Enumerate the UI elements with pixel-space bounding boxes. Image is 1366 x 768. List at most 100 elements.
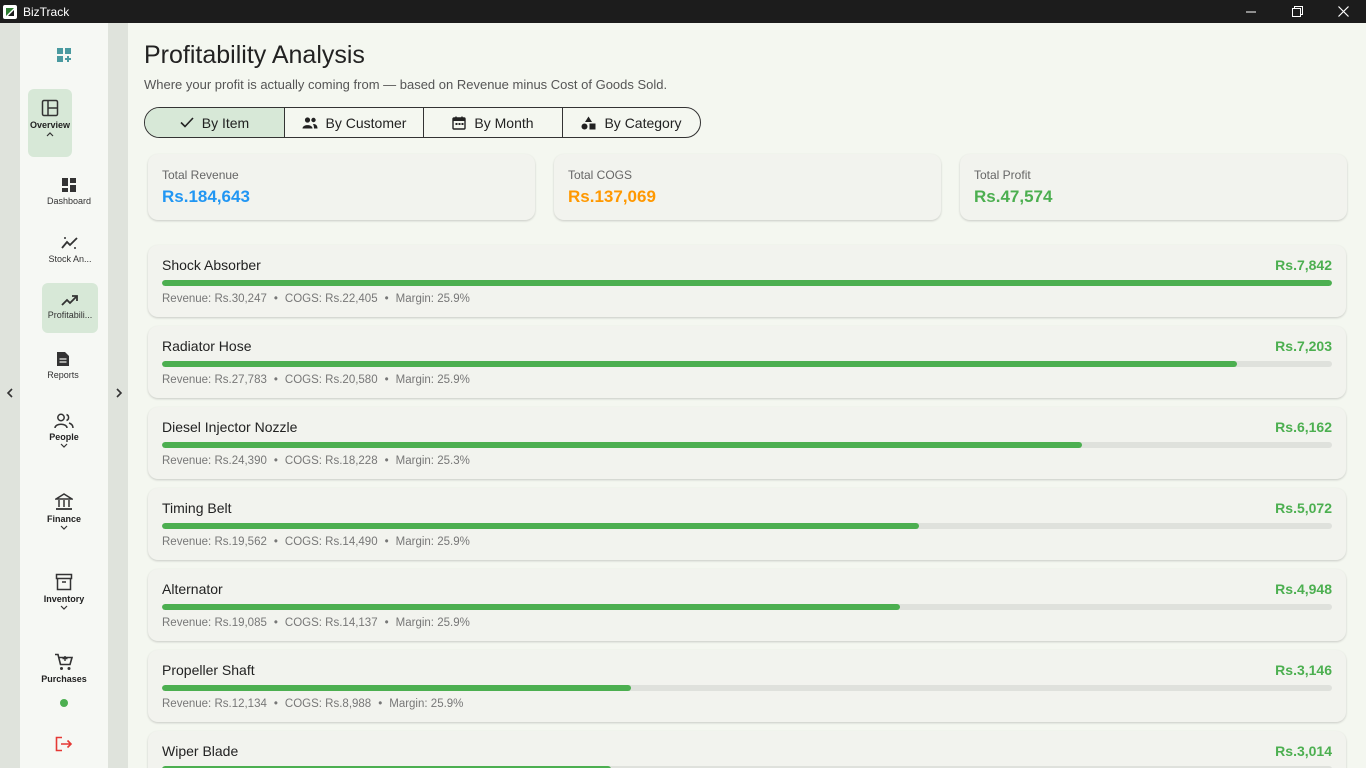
chevron-right-icon[interactable]: [113, 387, 125, 399]
item-name: Propeller Shaft: [162, 662, 255, 678]
sidebar-item-label: Finance: [46, 514, 81, 524]
profit-bar-fill: [162, 280, 1332, 286]
item-profit-card[interactable]: Diesel Injector Nozzle Rs.6,162 Revenue: R…: [148, 407, 1346, 479]
item-name: Alternator: [162, 581, 223, 597]
revenue-label: Revenue:: [162, 698, 212, 710]
sidebar-collapse-strip: [108, 23, 128, 768]
segment-by-item[interactable]: By Item: [145, 108, 284, 137]
item-profit: Rs.7,203: [1275, 338, 1332, 354]
sidebar-item-label: Overview: [29, 120, 71, 130]
item-profit-card[interactable]: Wiper Blade Rs.3,014: [148, 731, 1346, 768]
document-icon: [57, 352, 69, 366]
revenue-value: Rs.27,783: [214, 374, 267, 386]
segment-label: By Item: [201, 114, 250, 131]
item-metrics: Revenue: Rs.12,134 • COGS: Rs.8,988 • Margin…: [162, 698, 463, 710]
add-widget-icon[interactable]: [56, 47, 72, 63]
sidebar-item-overview[interactable]: Overview: [6, 99, 94, 137]
cogs-label: COGS:: [284, 698, 322, 710]
trending-up-icon: [61, 295, 78, 306]
sidebar-item-stock-analysis[interactable]: Stock An...: [26, 235, 114, 264]
item-profit-card[interactable]: Alternator Rs.4,948 Revenue: Rs.19,085 • COG…: [148, 569, 1346, 641]
item-name: Radiator Hose: [162, 338, 252, 354]
stat-card-total-revenue: Total Revenue Rs.184,643: [148, 154, 535, 220]
item-name: Timing Belt: [162, 500, 232, 516]
sidebar-item-profitability[interactable]: Profitabili...: [26, 293, 114, 320]
stat-card-total-profit: Total Profit Rs.47,574: [960, 154, 1347, 220]
status-dot: [60, 699, 68, 707]
cogs-label: COGS:: [284, 617, 322, 629]
separator-dot: •: [378, 698, 383, 710]
segment-by-category[interactable]: By Category: [562, 108, 700, 137]
revenue-label: Revenue:: [162, 293, 212, 305]
sidebar-item-dashboard[interactable]: Dashboard: [25, 177, 113, 206]
margin-value: 25.9%: [437, 536, 470, 548]
chevron-down-icon: [60, 443, 68, 448]
sidebar-item-inventory[interactable]: Inventory: [20, 573, 108, 611]
sidebar-item-purchases[interactable]: Purchases: [20, 653, 108, 684]
margin-value: 25.9%: [437, 374, 470, 386]
revenue-value: Rs.19,562: [214, 536, 267, 548]
item-profit: Rs.4,948: [1275, 581, 1332, 597]
profit-bar-track: [162, 361, 1332, 367]
separator-dot: •: [273, 536, 278, 548]
separator-dot: •: [384, 374, 389, 386]
close-icon: [1337, 6, 1349, 17]
category-shapes-icon: [581, 116, 596, 129]
item-metrics: Revenue: Rs.30,247 • COGS: Rs.22,405 • Margi…: [162, 293, 470, 305]
separator-dot: •: [384, 455, 389, 467]
profit-bar-track: [162, 685, 1332, 691]
sidebar: Overview Dashboard Stock An... Profitabi…: [20, 23, 108, 768]
profit-bar-fill: [162, 361, 1237, 367]
profit-bar-fill: [162, 604, 900, 610]
view-segmented-control: By Item By Customer By Month By Category: [144, 107, 701, 138]
item-profit-card[interactable]: Shock Absorber Rs.7,842 Revenue: Rs.30,247…: [148, 245, 1346, 317]
item-metrics: Revenue: Rs.24,390 • COGS: Rs.18,228 • Margi…: [162, 455, 470, 467]
profit-bar-track: [162, 604, 1332, 610]
chevron-down-icon: [60, 605, 68, 610]
sidebar-item-reports[interactable]: Reports: [19, 351, 107, 380]
segment-by-customer[interactable]: By Customer: [284, 108, 423, 137]
logout-icon[interactable]: [55, 736, 73, 752]
item-profit-card[interactable]: Propeller Shaft Rs.3,146 Revenue: Rs.12,13…: [148, 650, 1346, 722]
segment-label: By Category: [604, 114, 682, 131]
people-icon: [54, 413, 74, 429]
separator-dot: •: [384, 293, 389, 305]
item-profit-card[interactable]: Timing Belt Rs.5,072 Revenue: Rs.19,562 • CO…: [148, 488, 1346, 560]
sidebar-item-finance[interactable]: Finance: [20, 493, 108, 531]
cogs-value: Rs.18,228: [325, 455, 378, 467]
revenue-label: Revenue:: [162, 374, 212, 386]
item-name: Diesel Injector Nozzle: [162, 419, 298, 435]
cogs-label: COGS:: [284, 374, 322, 386]
revenue-label: Revenue:: [162, 617, 212, 629]
window-title: BizTrack: [23, 4, 70, 19]
chevron-down-icon: [60, 525, 68, 530]
cogs-value: Rs.22,405: [325, 293, 378, 305]
close-button[interactable]: [1320, 0, 1366, 23]
sidebar-item-label: Inventory: [43, 594, 85, 604]
cogs-label: COGS:: [284, 293, 322, 305]
separator-dot: •: [273, 617, 278, 629]
sidebar-item-people[interactable]: People: [20, 413, 108, 449]
margin-value: 25.9%: [437, 617, 470, 629]
bank-icon: [55, 493, 73, 510]
page-subtitle: Where your profit is actually coming fro…: [144, 77, 668, 92]
sidebar-item-label: Purchases: [41, 674, 87, 684]
separator-dot: •: [273, 293, 278, 305]
margin-label: Margin:: [395, 617, 434, 629]
stat-label: Total COGS: [568, 168, 633, 182]
maximize-button[interactable]: [1274, 0, 1320, 23]
segment-by-month[interactable]: By Month: [423, 108, 562, 137]
separator-dot: •: [273, 698, 278, 710]
sidebar-item-label: People: [49, 432, 79, 442]
item-profit: Rs.6,162: [1275, 419, 1332, 435]
margin-label: Margin:: [395, 374, 434, 386]
margin-value: 25.9%: [437, 293, 470, 305]
item-profit-card[interactable]: Radiator Hose Rs.7,203 Revenue: Rs.27,783 •…: [148, 326, 1346, 398]
chevron-left-icon[interactable]: [4, 387, 16, 399]
separator-dot: •: [273, 374, 278, 386]
item-profit: Rs.3,014: [1275, 743, 1332, 759]
sidebar-item-label: Stock An...: [48, 254, 92, 264]
minimize-button[interactable]: [1228, 0, 1274, 23]
item-metrics: Revenue: Rs.19,562 • COGS: Rs.14,490 • Margi…: [162, 536, 470, 548]
cogs-label: COGS:: [284, 455, 322, 467]
